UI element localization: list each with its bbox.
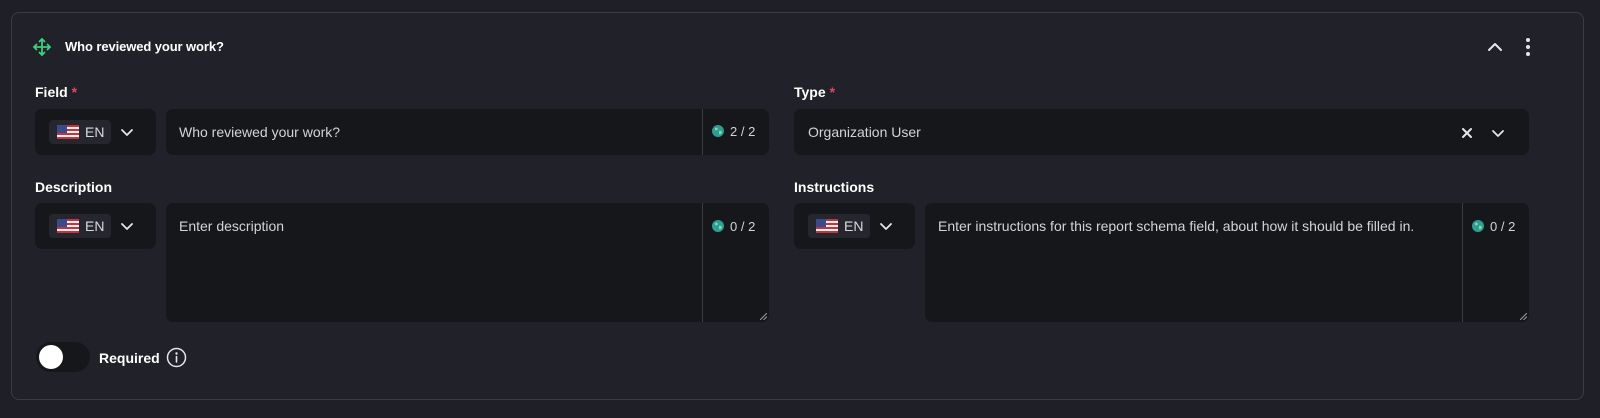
- clear-icon[interactable]: [1461, 127, 1473, 139]
- field-label-text: Field: [35, 84, 68, 100]
- required-asterisk: *: [71, 84, 78, 100]
- translation-counter: 0 / 2: [712, 219, 755, 234]
- card-header: Who reviewed your work?: [12, 13, 1583, 79]
- type-select[interactable]: Organization User: [794, 109, 1529, 155]
- field-name-value: Who reviewed your work?: [179, 124, 341, 140]
- toggle-knob: [39, 345, 63, 369]
- field-language-select[interactable]: EN: [35, 109, 156, 155]
- field-label: Field *: [35, 84, 77, 100]
- counter-text: 0 / 2: [730, 219, 756, 234]
- us-flag-icon: [816, 219, 838, 233]
- counter-text: 0 / 2: [1490, 219, 1516, 234]
- language-code: EN: [844, 218, 864, 234]
- counter-divider: [702, 109, 703, 155]
- instructions-textarea[interactable]: Enter instructions for this report schem…: [925, 203, 1529, 322]
- us-flag-icon: [57, 219, 79, 233]
- chevron-up-icon[interactable]: [1486, 38, 1504, 56]
- chevron-down-icon: [880, 223, 892, 230]
- translation-counter: 0 / 2: [1472, 219, 1515, 234]
- description-language-select[interactable]: EN: [35, 203, 156, 249]
- report-field-card: Who reviewed your work? Field * EN Who r…: [11, 12, 1584, 400]
- language-pill: EN: [49, 214, 111, 238]
- description-placeholder: Enter description: [179, 218, 285, 234]
- language-pill: EN: [49, 120, 111, 144]
- chevron-down-icon: [121, 223, 133, 230]
- field-name-input[interactable]: Who reviewed your work? 2 / 2: [166, 109, 769, 155]
- instructions-label: Instructions: [794, 179, 875, 195]
- globe-icon: [1472, 220, 1484, 232]
- description-label: Description: [35, 179, 113, 195]
- chevron-down-icon[interactable]: [1490, 125, 1506, 141]
- card-title: Who reviewed your work?: [65, 39, 224, 54]
- counter-text: 2 / 2: [730, 124, 756, 139]
- globe-icon: [712, 220, 724, 232]
- counter-divider: [702, 203, 703, 322]
- language-code: EN: [85, 218, 105, 234]
- description-textarea[interactable]: Enter description 0 / 2: [166, 203, 769, 322]
- language-code: EN: [85, 124, 105, 140]
- globe-icon: [712, 125, 724, 137]
- instructions-placeholder: Enter instructions for this report schem…: [938, 218, 1415, 234]
- required-asterisk: *: [829, 84, 836, 100]
- move-icon[interactable]: [32, 37, 52, 57]
- translation-counter: 2 / 2: [712, 124, 755, 139]
- resize-handle-icon[interactable]: [760, 313, 767, 320]
- us-flag-icon: [57, 125, 79, 139]
- required-toggle[interactable]: [36, 342, 90, 372]
- required-toggle-label: Required: [99, 350, 160, 366]
- type-selected-value: Organization User: [808, 124, 921, 140]
- instructions-language-select[interactable]: EN: [794, 203, 915, 249]
- language-pill: EN: [808, 214, 870, 238]
- resize-handle-icon[interactable]: [1520, 313, 1527, 320]
- more-vertical-icon[interactable]: [1519, 36, 1537, 58]
- chevron-down-icon: [121, 129, 133, 136]
- info-icon[interactable]: [166, 347, 187, 368]
- type-label-text: Type: [794, 84, 826, 100]
- type-label: Type *: [794, 84, 835, 100]
- counter-divider: [1462, 203, 1463, 322]
